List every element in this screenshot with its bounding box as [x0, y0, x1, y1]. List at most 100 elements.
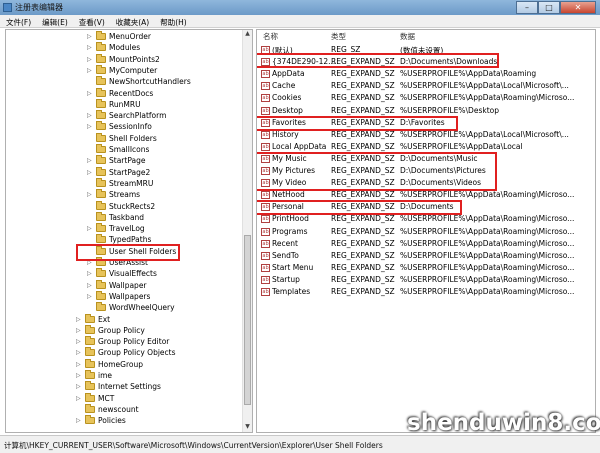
tree-item[interactable]: ▷ StartPage	[87, 155, 145, 166]
tree-item[interactable]: ▷ Wallpapers	[87, 290, 150, 302]
scroll-down-icon[interactable]: ▼	[243, 423, 252, 432]
expand-arrow-icon[interactable]: ▷	[76, 325, 82, 336]
expand-arrow-icon[interactable]: ▷	[87, 65, 93, 76]
value-row[interactable]: ab SendTo REG_EXPAND_SZ %USERPROFILE%\AppDa…	[257, 250, 595, 262]
tree-scrollbar[interactable]: ▲ ▼	[242, 30, 252, 432]
tree-item[interactable]: ▷ MyComputer	[87, 64, 157, 76]
tree-item[interactable]: ▷ MountPoints2	[87, 53, 160, 65]
tree-item[interactable]: ▷ VisualEffects	[87, 268, 157, 279]
scroll-thumb[interactable]	[244, 235, 251, 405]
expand-arrow-icon[interactable]	[87, 178, 93, 189]
value-row[interactable]: ab Cookies REG_EXPAND_SZ %USERPROFILE%\AppD…	[257, 92, 595, 104]
tree-item[interactable]: StuckRects2	[87, 200, 155, 212]
expand-arrow-icon[interactable]: ▷	[87, 110, 93, 121]
tree-item[interactable]: ▷ Group Policy Editor	[76, 336, 169, 347]
expand-arrow-icon[interactable]: ▷	[87, 88, 93, 99]
expand-arrow-icon[interactable]: ▷	[76, 370, 82, 381]
expand-arrow-icon[interactable]: ▷	[87, 291, 93, 302]
value-row[interactable]: ab Personal REG_EXPAND_SZ D:\Documents	[257, 201, 595, 213]
close-button[interactable]: ✕	[560, 1, 596, 14]
value-row[interactable]: ab Programs REG_EXPAND_SZ %USERPROFILE%\App…	[257, 226, 595, 238]
tree-item[interactable]: ▷ HomeGroup	[76, 358, 143, 370]
tree-item[interactable]: ▷ Internet Settings	[76, 381, 161, 392]
tree-item[interactable]: ▷ MCT	[76, 392, 114, 404]
value-row[interactable]: ab History REG_EXPAND_SZ %USERPROFILE%\AppD…	[257, 129, 595, 141]
expand-arrow-icon[interactable]	[87, 144, 93, 155]
tree-item[interactable]: ▷ Group Policy	[76, 324, 145, 336]
value-row[interactable]: ab Startup REG_EXPAND_SZ %USERPROFILE%\AppD…	[257, 274, 595, 286]
tree-item[interactable]: ▷ MenuOrder	[87, 31, 151, 42]
value-row[interactable]: ab My Pictures REG_EXPAND_SZ D:\Documents\P…	[257, 165, 595, 177]
value-row[interactable]: ab PrintHood REG_EXPAND_SZ %USERPROFILE%\Ap…	[257, 213, 595, 225]
expand-arrow-icon[interactable]: ▷	[87, 42, 93, 53]
minimize-button[interactable]: –	[516, 1, 538, 14]
tree-item[interactable]: WordWheelQuery	[87, 302, 175, 313]
value-row[interactable]: ab AppData REG_EXPAND_SZ %USERPROFILE%\AppD…	[257, 68, 595, 80]
tree-item[interactable]: Shell Folders	[87, 132, 157, 144]
tree-item[interactable]: StreamMRU	[87, 177, 153, 189]
value-row[interactable]: ab Favorites REG_EXPAND_SZ D:\Favorites	[257, 117, 595, 129]
expand-arrow-icon[interactable]: ▷	[76, 415, 82, 426]
menu-file[interactable]: 文件(F)	[0, 15, 36, 27]
tree-item[interactable]: ▷ SessionInfo	[87, 121, 152, 132]
expand-arrow-icon[interactable]: ▷	[87, 257, 93, 268]
expand-arrow-icon[interactable]: ▷	[87, 280, 93, 291]
expand-arrow-icon[interactable]	[87, 212, 93, 223]
expand-arrow-icon[interactable]	[87, 302, 93, 313]
tree-item[interactable]: TypedPaths	[87, 234, 151, 245]
expand-arrow-icon[interactable]	[87, 133, 93, 144]
tree-item[interactable]: RunMRU	[87, 98, 141, 110]
value-row[interactable]: ab Local AppData REG_EXPAND_SZ %USERPROFILE…	[257, 141, 595, 153]
value-row[interactable]: ab Templates REG_EXPAND_SZ %USERPROFILE%\Ap…	[257, 286, 595, 298]
value-row[interactable]: ab Desktop REG_EXPAND_SZ %USERPROFILE%\Desk…	[257, 105, 595, 117]
expand-arrow-icon[interactable]: ▷	[87, 121, 93, 132]
expand-arrow-icon[interactable]	[87, 246, 93, 257]
tree-item[interactable]: SmallIcons	[87, 144, 149, 155]
tree-item[interactable]: ▷ Wallpaper	[87, 279, 147, 291]
expand-arrow-icon[interactable]	[87, 99, 93, 110]
tree-item[interactable]: NewShortcutHandlers	[87, 76, 191, 87]
tree-item[interactable]: ▷ ime	[76, 370, 112, 381]
value-row[interactable]: ab Cache REG_EXPAND_SZ %USERPROFILE%\AppDat…	[257, 80, 595, 92]
expand-arrow-icon[interactable]: ▷	[87, 31, 93, 42]
expand-arrow-icon[interactable]: ▷	[76, 393, 82, 404]
tree-item[interactable]: Taskband	[87, 211, 144, 223]
expand-arrow-icon[interactable]: ▷	[87, 54, 93, 65]
tree-item[interactable]: ▷ Ext	[76, 313, 110, 325]
values-list[interactable]: 名称 类型 数据 ab (默认) REG_SZ (数值未设置) ab {374DE290-…	[256, 29, 596, 433]
tree-item[interactable]: ▷ Policies	[76, 415, 126, 426]
expand-arrow-icon[interactable]	[87, 201, 93, 212]
expand-arrow-icon[interactable]: ▷	[87, 155, 93, 166]
tree-item[interactable]: ▷ RecentDocs	[87, 87, 153, 99]
expand-arrow-icon[interactable]: ▷	[76, 336, 82, 347]
expand-arrow-icon[interactable]: ▷	[87, 223, 93, 234]
expand-arrow-icon[interactable]: ▷	[87, 189, 93, 200]
expand-arrow-icon[interactable]: ▷	[76, 347, 82, 358]
value-row[interactable]: ab NetHood REG_EXPAND_SZ %USERPROFILE%\AppD…	[257, 189, 595, 201]
tree-item[interactable]: User Shell Folders	[87, 245, 176, 257]
expand-arrow-icon[interactable]: ▷	[76, 381, 82, 392]
tree-item[interactable]: ▷ SearchPlatform	[87, 110, 166, 121]
expand-arrow-icon[interactable]	[87, 76, 93, 87]
expand-arrow-icon[interactable]: ▷	[76, 359, 82, 370]
expand-arrow-icon[interactable]	[87, 234, 93, 245]
menu-edit[interactable]: 编辑(E)	[36, 15, 73, 27]
value-row[interactable]: ab (默认) REG_SZ (数值未设置)	[257, 44, 595, 56]
maximize-button[interactable]: □	[538, 1, 560, 14]
value-row[interactable]: ab My Video REG_EXPAND_SZ D:\Documents\Vide…	[257, 177, 595, 189]
expand-arrow-icon[interactable]: ▷	[87, 167, 93, 178]
tree-item[interactable]: newscount	[76, 403, 139, 415]
menu-favorites[interactable]: 收藏夹(A)	[110, 15, 154, 27]
scroll-up-icon[interactable]: ▲	[243, 30, 252, 39]
column-data[interactable]: 数据	[400, 31, 415, 42]
value-row[interactable]: ab Start Menu REG_EXPAND_SZ %USERPROFILE%\A…	[257, 262, 595, 274]
tree-item[interactable]: ▷ UserAssist	[87, 257, 148, 268]
tree-item[interactable]: ▷ Group Policy Objects	[76, 347, 176, 358]
menu-help[interactable]: 帮助(H)	[154, 15, 192, 27]
value-row[interactable]: ab {374DE290-12... REG_EXPAND_SZ D:\Documen…	[257, 56, 595, 68]
column-type[interactable]: 类型	[331, 31, 346, 42]
tree-item[interactable]: ▷ Streams	[87, 189, 140, 200]
menu-view[interactable]: 查看(V)	[73, 15, 110, 27]
tree-item[interactable]: ▷ TravelLog	[87, 223, 145, 234]
expand-arrow-icon[interactable]: ▷	[76, 314, 82, 325]
